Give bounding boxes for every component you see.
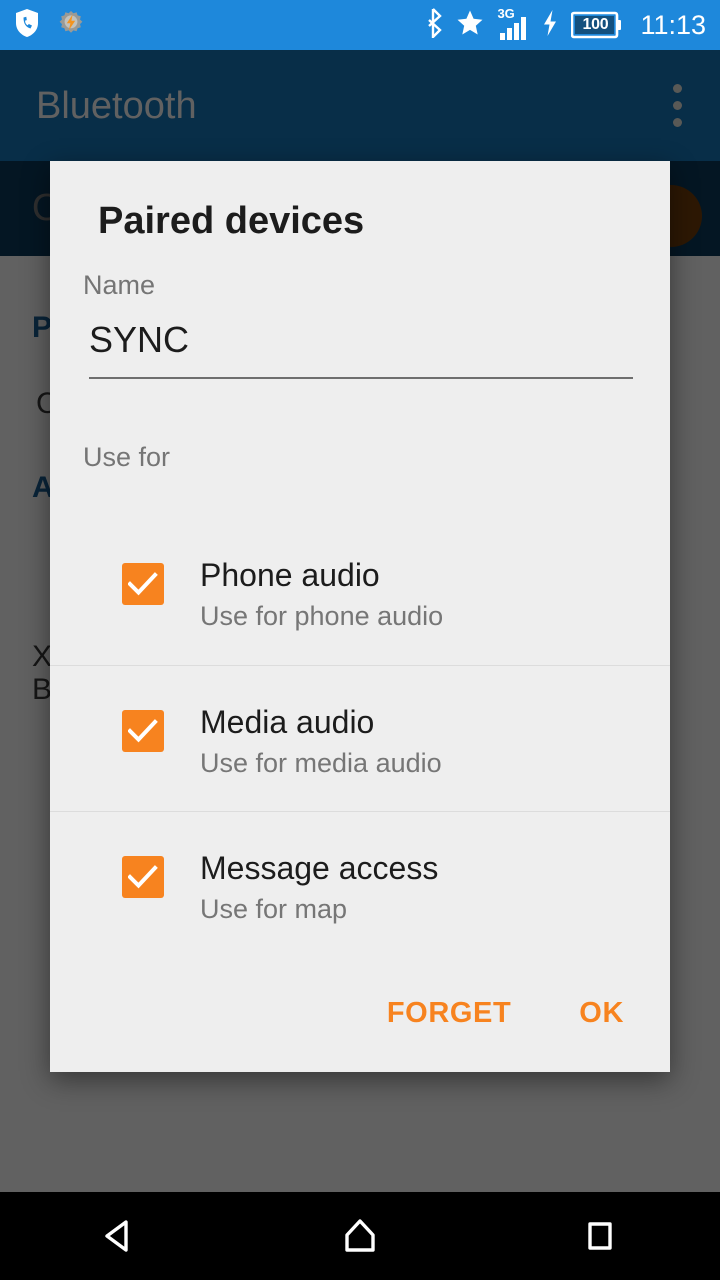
option-row-media-audio[interactable]: Media audio Use for media audio bbox=[50, 665, 670, 811]
name-field-label: Name bbox=[83, 270, 156, 300]
checkmark-icon bbox=[128, 572, 158, 596]
use-for-options-list: Phone audio Use for phone audio Media au… bbox=[50, 519, 670, 957]
gear-bolt-icon bbox=[56, 8, 86, 43]
option-subtitle: Use for media audio bbox=[200, 747, 442, 778]
use-for-section-label: Use for bbox=[83, 442, 171, 472]
signal-3g-icon: 3G bbox=[497, 7, 529, 40]
call-shield-icon bbox=[14, 8, 40, 43]
checkbox-phone-audio[interactable] bbox=[122, 563, 164, 605]
option-texts: Message access Use for map bbox=[200, 850, 438, 926]
status-bar-clock: 11:13 bbox=[640, 9, 706, 40]
android-screen: O P C A X B Bluetooth bbox=[0, 0, 720, 1280]
option-row-message-access[interactable]: Message access Use for map bbox=[50, 811, 670, 957]
option-texts: Phone audio Use for phone audio bbox=[200, 557, 443, 633]
name-field-underline bbox=[89, 377, 633, 379]
nav-recents-button[interactable] bbox=[480, 1192, 720, 1280]
battery-level-label: 100 bbox=[582, 16, 609, 33]
checkmark-icon bbox=[128, 719, 158, 743]
checkmark-icon bbox=[128, 865, 158, 889]
status-bar-left-icons bbox=[14, 8, 86, 43]
device-name-input[interactable] bbox=[89, 319, 629, 361]
charging-bolt-icon bbox=[542, 9, 558, 42]
dialog-title: Paired devices bbox=[98, 200, 365, 242]
option-texts: Media audio Use for media audio bbox=[200, 704, 442, 780]
forget-button[interactable]: FORGET bbox=[381, 987, 517, 1040]
status-bar-right-icons: 3G 100 11:13 bbox=[425, 7, 706, 43]
option-title: Media audio bbox=[200, 704, 375, 740]
option-title: Message access bbox=[200, 850, 439, 886]
home-pentagon-icon bbox=[345, 1219, 375, 1252]
battery-icon: 100 bbox=[571, 11, 623, 39]
status-bar: 3G 100 11:13 bbox=[0, 0, 720, 50]
nav-home-button[interactable] bbox=[240, 1192, 480, 1280]
recents-square-icon bbox=[588, 1222, 612, 1250]
checkbox-message-access[interactable] bbox=[122, 856, 164, 898]
option-subtitle: Use for phone audio bbox=[200, 600, 444, 631]
option-row-phone-audio[interactable]: Phone audio Use for phone audio bbox=[50, 519, 670, 665]
paired-device-dialog: Paired devices Name Use for Phone audio … bbox=[50, 161, 670, 1072]
navigation-bar bbox=[0, 1192, 720, 1280]
app-bar-scrim bbox=[0, 50, 720, 161]
ok-button[interactable]: OK bbox=[573, 987, 630, 1040]
nav-back-button[interactable] bbox=[0, 1192, 240, 1280]
dialog-action-bar: FORGET OK bbox=[50, 954, 670, 1072]
checkbox-media-audio[interactable] bbox=[122, 710, 164, 752]
priority-star-icon bbox=[456, 9, 484, 42]
option-title: Phone audio bbox=[200, 557, 380, 593]
bluetooth-icon bbox=[425, 7, 443, 43]
back-triangle-icon bbox=[105, 1220, 128, 1252]
option-subtitle: Use for map bbox=[200, 893, 348, 924]
